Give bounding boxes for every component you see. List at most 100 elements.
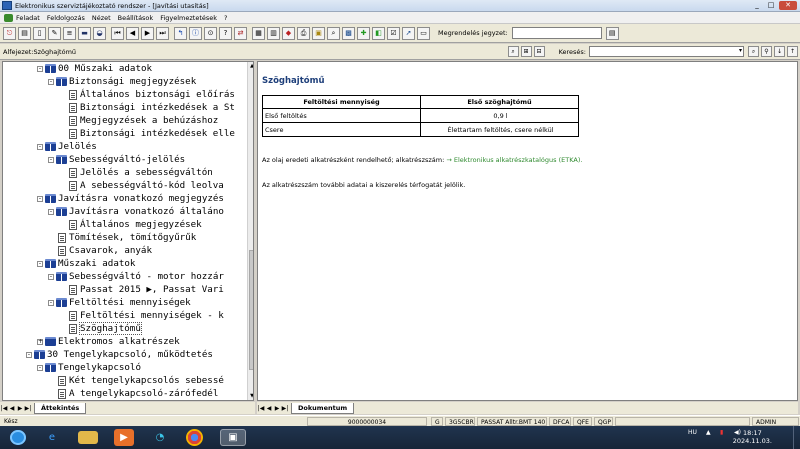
tree-item[interactable]: Tömítések, tömítőgyűrűk — [58, 231, 196, 244]
switch-icon[interactable]: ⇄ — [234, 26, 247, 40]
vehicle-icon[interactable]: ▬ — [78, 26, 91, 40]
menu-help[interactable]: ? — [224, 14, 227, 22]
scroll-down-icon[interactable]: ▼ — [248, 392, 253, 400]
doc-tab-last-icon[interactable]: ▶| — [281, 405, 289, 412]
tree-expand-icon[interactable]: ⊞ — [520, 46, 532, 57]
etka-link[interactable]: → Elektronikus alkatrészkatalógus (ETKA)… — [446, 156, 582, 164]
tree-item[interactable]: Feltöltési mennyiségek - k — [69, 309, 224, 322]
first-icon[interactable]: ⏮ — [111, 26, 124, 40]
next-icon[interactable]: ▶ — [141, 26, 154, 40]
doc-tab-first-icon[interactable]: |◀ — [257, 405, 265, 412]
menu-feldolgozas[interactable]: Feldolgozás — [47, 14, 85, 22]
tree-item[interactable]: Megjegyzések a behúzáshoz — [69, 114, 218, 127]
tree-item[interactable]: - Műszaki adatok — [37, 257, 135, 270]
maximize-button[interactable]: □ — [765, 1, 777, 10]
tab-first-icon[interactable]: |◀ — [0, 405, 8, 412]
collapse-icon[interactable]: - — [48, 156, 54, 163]
red-book-icon[interactable]: ◆ — [282, 26, 295, 40]
chevron-down-icon[interactable]: ▾ — [739, 47, 742, 54]
minimize-button[interactable]: _ — [751, 1, 763, 10]
network-icon[interactable]: ▮ — [720, 429, 723, 436]
collapse-icon[interactable]: - — [48, 78, 54, 85]
tree-item[interactable]: Általános biztonsági előírás — [69, 88, 235, 101]
ie-icon[interactable]: e — [42, 429, 62, 446]
tree-item[interactable]: - Sebességváltó - motor hozzár — [48, 270, 224, 283]
back-icon[interactable]: ↰ — [174, 26, 187, 40]
tree-item[interactable]: Biztonsági intézkedések elle — [69, 127, 235, 140]
search-doc-icon[interactable]: ⌕ — [327, 26, 340, 40]
collapse-icon[interactable]: - — [37, 195, 43, 202]
tab-last-icon[interactable]: ▶| — [24, 405, 32, 412]
media-player-icon[interactable]: ▶ — [114, 429, 134, 446]
edge-icon[interactable]: ◔ — [150, 429, 170, 446]
tree-item[interactable]: Csavarok, anyák — [58, 244, 152, 257]
tree-item[interactable]: - Jelölés — [37, 140, 97, 153]
print-icon[interactable]: ⎙ — [297, 26, 310, 40]
check-icon[interactable]: ☑ — [387, 26, 400, 40]
previous-icon[interactable]: ◀ — [126, 26, 139, 40]
edit-icon[interactable]: ✎ — [48, 26, 61, 40]
tree-item[interactable]: Jelölés a sebességváltón — [69, 166, 213, 179]
calendar-icon[interactable]: ▩ — [342, 26, 355, 40]
bookmark-icon[interactable]: ⊙ — [204, 26, 217, 40]
scroll-thumb[interactable] — [249, 250, 253, 370]
tree-item[interactable]: - 00 Műszaki adatok — [37, 62, 152, 75]
tree-item[interactable]: - Tengelykapcsoló — [37, 361, 141, 374]
menu-figyelmeztetesek[interactable]: Figyelmeztetések — [160, 14, 217, 22]
folder-icon[interactable] — [78, 431, 98, 444]
collapse-icon[interactable]: - — [37, 260, 43, 267]
scroll-up-icon[interactable]: ▲ — [248, 62, 253, 70]
search-prev-icon[interactable]: ↑ — [787, 46, 798, 57]
close-button[interactable]: ✕ — [779, 1, 797, 10]
order-note-button[interactable]: ▤ — [605, 26, 619, 40]
green-tool-icon[interactable]: ✚ — [357, 26, 370, 40]
elsa-app-icon[interactable]: ▣ — [220, 429, 246, 446]
doc-tab-prev-icon[interactable]: ◀ — [265, 405, 273, 412]
tree-scrollbar[interactable]: ▲ ▼ — [247, 62, 253, 400]
tab-dokumentum[interactable]: Dokumentum — [291, 402, 355, 414]
collapse-icon[interactable]: - — [48, 299, 54, 306]
new-document-icon[interactable]: ▯ — [33, 26, 46, 40]
export-icon[interactable]: ➚ — [402, 26, 415, 40]
collapse-icon[interactable]: - — [37, 65, 43, 72]
tree-item[interactable]: A sebességváltó-kód leolva — [69, 179, 224, 192]
search-go-icon[interactable]: ⌕ — [748, 46, 759, 57]
image-icon[interactable]: ▣ — [312, 26, 325, 40]
tree-item[interactable]: - Biztonsági megjegyzések — [48, 75, 196, 88]
tree-find-icon[interactable]: ⌕ — [507, 46, 519, 57]
clock[interactable]: 18:17 2024.11.03. — [733, 429, 772, 445]
tree-item[interactable]: + Elektromos alkatrészek — [37, 335, 180, 348]
chrome-icon[interactable] — [186, 429, 203, 446]
help-icon[interactable]: ? — [219, 26, 232, 40]
start-button[interactable] — [10, 430, 26, 445]
tree-item[interactable]: - Javításra vonatkozó általáno — [48, 205, 224, 218]
tree-item[interactable]: A tengelykapcsoló-zárófedél — [58, 387, 218, 400]
tree-item[interactable]: - Sebességváltó-jelölés — [48, 153, 185, 166]
collapse-icon[interactable]: - — [37, 364, 43, 371]
collapse-icon[interactable]: - — [48, 273, 54, 280]
tab-prev-icon[interactable]: ◀ — [8, 405, 16, 412]
collapse-icon[interactable]: - — [26, 351, 32, 358]
collapse-icon[interactable]: - — [37, 143, 43, 150]
tree-item[interactable]: Passat 2015 ▶, Passat Vari — [69, 283, 224, 296]
tab-attekintes[interactable]: Áttekintés — [34, 402, 87, 414]
tab-next-icon[interactable]: ▶ — [16, 405, 24, 412]
tree-item[interactable]: Szöghajtómű — [69, 322, 142, 335]
car-icon[interactable]: ◒ — [93, 26, 106, 40]
notes-icon[interactable]: ▭ — [417, 26, 430, 40]
tree-item[interactable]: - Javításra vonatkozó megjegyzés — [37, 192, 224, 205]
search-next-icon[interactable]: ↓ — [774, 46, 785, 57]
info-icon[interactable]: ⓘ — [189, 26, 202, 40]
logout-icon[interactable]: ⎋ — [3, 26, 16, 40]
green-book-icon[interactable]: ◧ — [372, 26, 385, 40]
language-indicator[interactable]: HU — [688, 429, 697, 436]
list-icon[interactable]: ≡ — [63, 26, 76, 40]
open-icon[interactable]: ▤ — [18, 26, 31, 40]
order-note-input[interactable] — [511, 27, 602, 39]
grid-icon[interactable]: ▦ — [252, 26, 265, 40]
last-icon[interactable]: ⏭ — [156, 26, 169, 40]
doc-tab-next-icon[interactable]: ▶ — [273, 405, 281, 412]
menu-nezet[interactable]: Nézet — [92, 14, 111, 22]
tree-collapse-icon[interactable]: ⊟ — [533, 46, 545, 57]
menu-feladat[interactable]: Feladat — [16, 14, 40, 22]
